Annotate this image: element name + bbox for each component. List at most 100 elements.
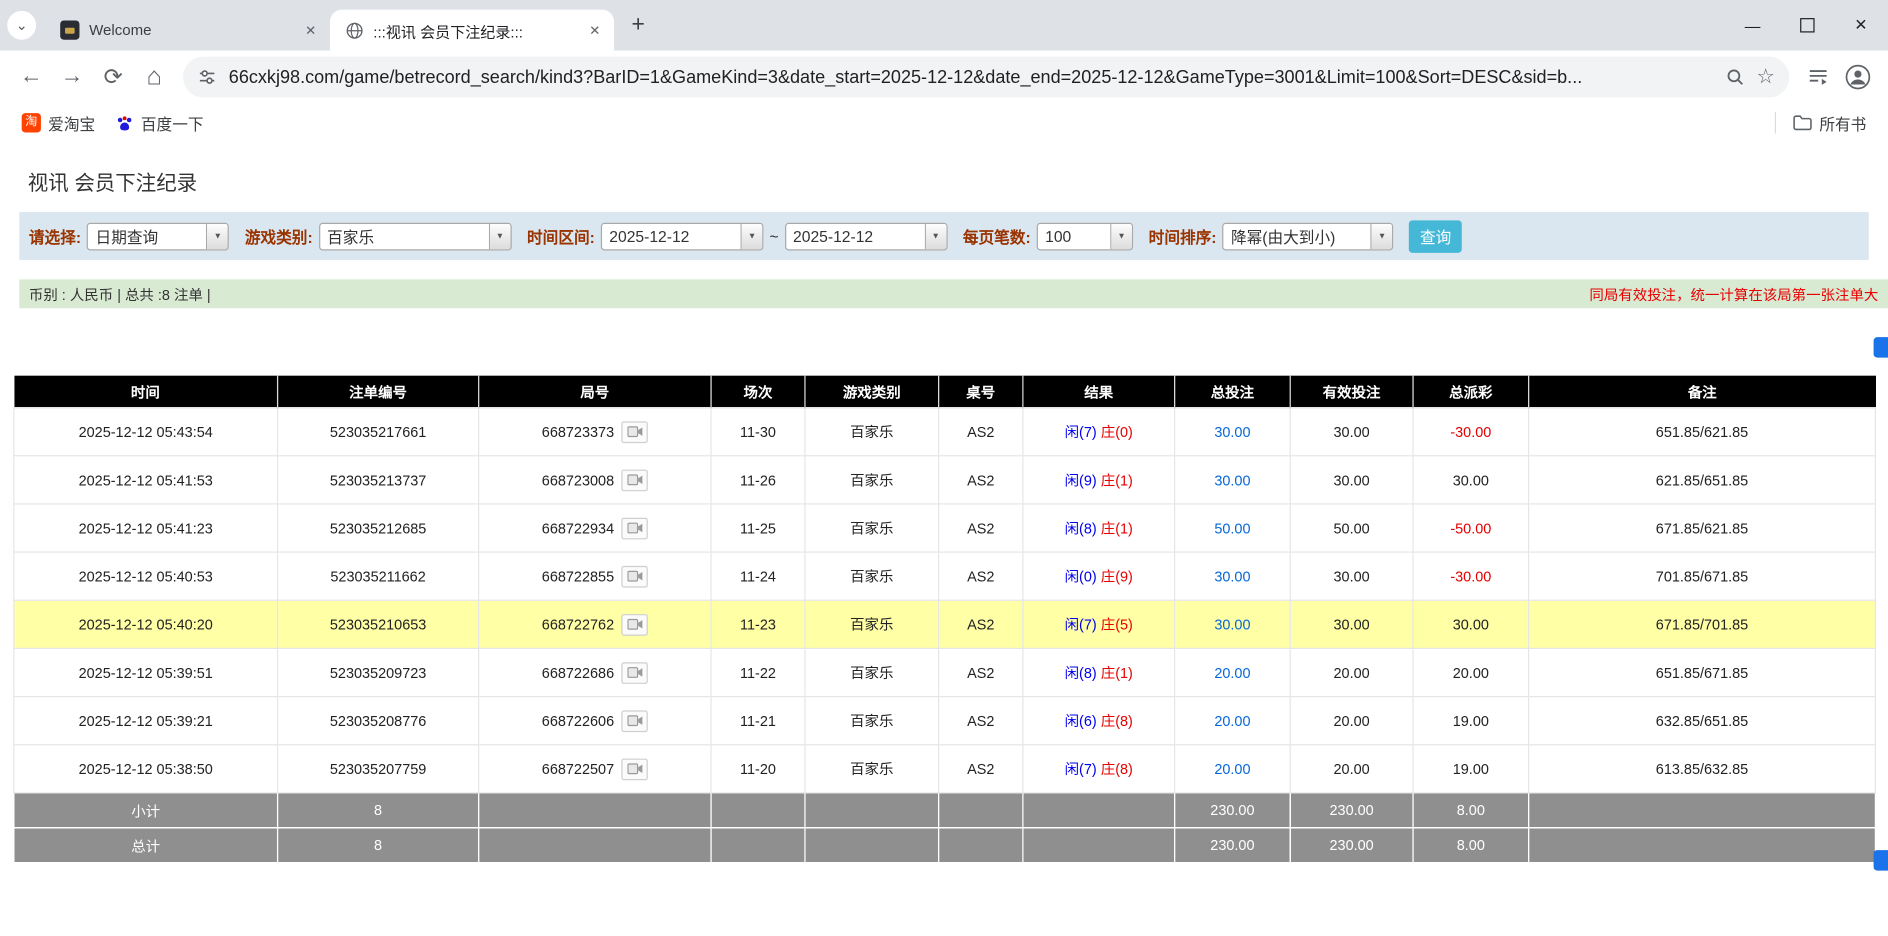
site-settings-icon[interactable] (197, 67, 216, 86)
taobao-icon: 淘 (22, 113, 41, 132)
game-category-select[interactable]: 百家乐 ▼ (319, 222, 512, 250)
video-replay-button[interactable] (621, 517, 647, 539)
chevron-down-icon[interactable]: ▼ (924, 223, 946, 248)
footer-cell: 230.00 (1175, 793, 1291, 828)
video-replay-button[interactable] (621, 758, 647, 780)
bet-id-cell: 523035207759 (278, 745, 479, 793)
scroll-indicator-bottom[interactable] (1874, 850, 1888, 870)
round-id-cell: 668723008 (479, 456, 711, 504)
table-footer-row: 总计8230.00230.008.00 (14, 828, 1876, 863)
chevron-down-icon[interactable]: ▼ (741, 223, 763, 248)
tab-welcome[interactable]: Welcome ✕ (46, 10, 330, 51)
query-type-select[interactable]: 日期查询 ▼ (87, 222, 229, 250)
payout-cell: -30.00 (1413, 552, 1529, 600)
total-bet-link[interactable]: 20.00 (1214, 760, 1250, 777)
bookmark-taobao[interactable]: 淘 爱淘宝 (12, 108, 105, 138)
note-cell: 701.85/671.85 (1529, 552, 1876, 600)
sort-select[interactable]: 降幂(由大到小) ▼ (1223, 222, 1394, 250)
media-controls-icon[interactable] (1799, 58, 1838, 97)
table-no-cell: AS2 (939, 408, 1023, 456)
bookmark-label: 爱淘宝 (48, 111, 95, 134)
chevron-down-icon[interactable]: ▼ (1110, 223, 1132, 248)
result-cell: 闲(8) 庄(1) (1023, 504, 1175, 552)
zoom-icon[interactable] (1725, 67, 1744, 86)
bet-id-cell: 523035210653 (278, 600, 479, 648)
close-button[interactable]: ✕ (1834, 0, 1888, 51)
payout-cell: 30.00 (1413, 456, 1529, 504)
video-replay-button[interactable] (621, 710, 647, 732)
address-bar[interactable]: 66cxkj98.com/game/betrecord_search/kind3… (183, 57, 1789, 98)
baidu-icon (114, 113, 133, 132)
refresh-button[interactable]: ⟳ (94, 58, 133, 97)
page-size-select[interactable]: 100 ▼ (1037, 222, 1133, 250)
total-bet-link[interactable]: 30.00 (1214, 616, 1250, 633)
total-bet-link[interactable]: 20.00 (1214, 664, 1250, 681)
tab-close-icon[interactable]: ✕ (301, 20, 320, 39)
column-header: 场次 (711, 376, 805, 408)
bookmark-baidu[interactable]: 百度一下 (105, 108, 213, 138)
time-cell: 2025-12-12 05:41:53 (14, 456, 278, 504)
chevron-down-icon[interactable]: ▼ (1371, 223, 1393, 248)
payout-cell: 19.00 (1413, 697, 1529, 745)
date-end-value: 2025-12-12 (786, 227, 924, 245)
all-bookmarks-button[interactable]: 所有书 (1783, 108, 1876, 138)
welcome-favicon-icon (60, 20, 79, 39)
profile-avatar-icon[interactable] (1840, 59, 1876, 95)
result-cell: 闲(6) 庄(8) (1023, 697, 1175, 745)
game-type-cell: 百家乐 (805, 697, 939, 745)
bet-table: 时间注单编号局号场次游戏类别桌号结果总投注有效投注总派彩备注 2025-12-1… (13, 376, 1876, 864)
new-tab-button[interactable]: + (621, 8, 655, 42)
table-no-cell: AS2 (939, 745, 1023, 793)
date-end-input[interactable]: 2025-12-12 ▼ (785, 222, 948, 250)
bookmark-star-icon[interactable]: ☆ (1756, 65, 1774, 89)
table-no-cell: AS2 (939, 600, 1023, 648)
date-range-label: 时间区间: (527, 225, 595, 248)
video-replay-button[interactable] (621, 469, 647, 491)
footer-cell: 8.00 (1413, 793, 1529, 828)
video-replay-button[interactable] (621, 662, 647, 684)
search-button[interactable]: 查询 (1409, 220, 1462, 253)
tab-strip: ⌄ Welcome ✕ :::视讯 会员下注纪录::: ✕ + — ✕ (0, 0, 1888, 51)
video-replay-button[interactable] (621, 565, 647, 587)
window-controls: — ✕ (1725, 0, 1888, 51)
table-row: 2025-12-12 05:39:21523035208776668722606… (14, 697, 1876, 745)
column-header: 时间 (14, 376, 278, 408)
chevron-down-icon[interactable]: ▼ (206, 223, 228, 248)
footer-cell: 总计 (14, 828, 278, 863)
back-button[interactable]: ← (12, 58, 51, 97)
time-cell: 2025-12-12 05:40:53 (14, 552, 278, 600)
home-button[interactable]: ⌂ (135, 58, 174, 97)
footer-cell (711, 828, 805, 863)
note-cell: 651.85/621.85 (1529, 408, 1876, 456)
result-cell: 闲(0) 庄(9) (1023, 552, 1175, 600)
date-start-input[interactable]: 2025-12-12 ▼ (601, 222, 764, 250)
game-category-value: 百家乐 (320, 225, 489, 248)
column-header: 总派彩 (1413, 376, 1529, 408)
footer-cell: 小计 (14, 793, 278, 828)
tab-search-button[interactable]: ⌄ (7, 11, 36, 40)
browser-toolbar: ← → ⟳ ⌂ 66cxkj98.com/game/betrecord_sear… (0, 51, 1888, 104)
footer-cell (1529, 793, 1876, 828)
payout-cell: 19.00 (1413, 745, 1529, 793)
total-bet-link[interactable]: 30.00 (1214, 568, 1250, 585)
total-bet-link[interactable]: 30.00 (1214, 423, 1250, 440)
footer-cell (479, 793, 711, 828)
round-id-cell: 668722934 (479, 504, 711, 552)
total-bet-link[interactable]: 20.00 (1214, 712, 1250, 729)
total-bet-link[interactable]: 50.00 (1214, 520, 1250, 537)
total-bet-cell: 30.00 (1175, 408, 1291, 456)
tab-bet-record[interactable]: :::视讯 会员下注纪录::: ✕ (330, 10, 614, 51)
chevron-down-icon[interactable]: ▼ (488, 223, 510, 248)
footer-cell: 230.00 (1290, 793, 1413, 828)
maximize-button[interactable] (1780, 0, 1834, 51)
scroll-indicator-top[interactable] (1874, 337, 1888, 357)
total-bet-link[interactable]: 30.00 (1214, 471, 1250, 488)
video-replay-button[interactable] (621, 613, 647, 635)
forward-button[interactable]: → (53, 58, 92, 97)
tab-close-icon[interactable]: ✕ (585, 20, 604, 39)
footer-cell (805, 793, 939, 828)
video-replay-button[interactable] (621, 421, 647, 443)
note-cell: 671.85/621.85 (1529, 504, 1876, 552)
time-cell: 2025-12-12 05:39:51 (14, 648, 278, 696)
minimize-button[interactable]: — (1725, 0, 1779, 51)
